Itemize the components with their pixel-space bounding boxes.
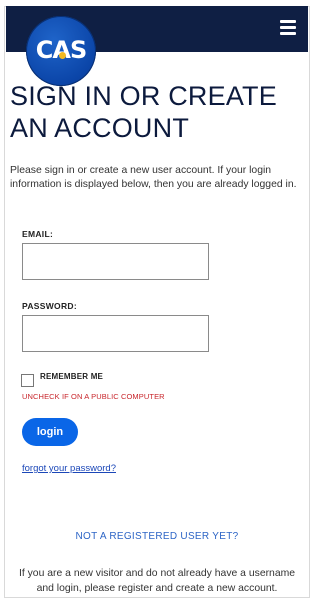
email-field[interactable] [22, 243, 209, 280]
password-label: PASSWORD: [22, 301, 77, 311]
register-heading: NOT A REGISTERED USER YET? [75, 531, 239, 542]
cas-logo[interactable]: CAS [26, 16, 96, 86]
intro-text: Please sign in or create a new user acco… [10, 165, 297, 190]
password-field[interactable] [22, 315, 209, 352]
logo-text: CAS [35, 36, 87, 64]
logo-dot-icon [59, 52, 66, 59]
login-button[interactable]: login [22, 418, 78, 446]
public-computer-warning: UNCHECK IF ON A PUBLIC COMPUTER [22, 392, 165, 401]
remember-me-checkbox[interactable] [21, 374, 34, 387]
email-label: EMAIL: [22, 229, 54, 239]
register-text: If you are a new visitor and do not alre… [18, 568, 296, 594]
page-title: SIGN IN OR CREATE AN ACCOUNT [10, 81, 277, 143]
hamburger-menu-icon[interactable] [280, 20, 296, 36]
forgot-password-link[interactable]: forgot your password? [22, 463, 116, 474]
remember-me-label: REMEMBER ME [40, 372, 104, 381]
